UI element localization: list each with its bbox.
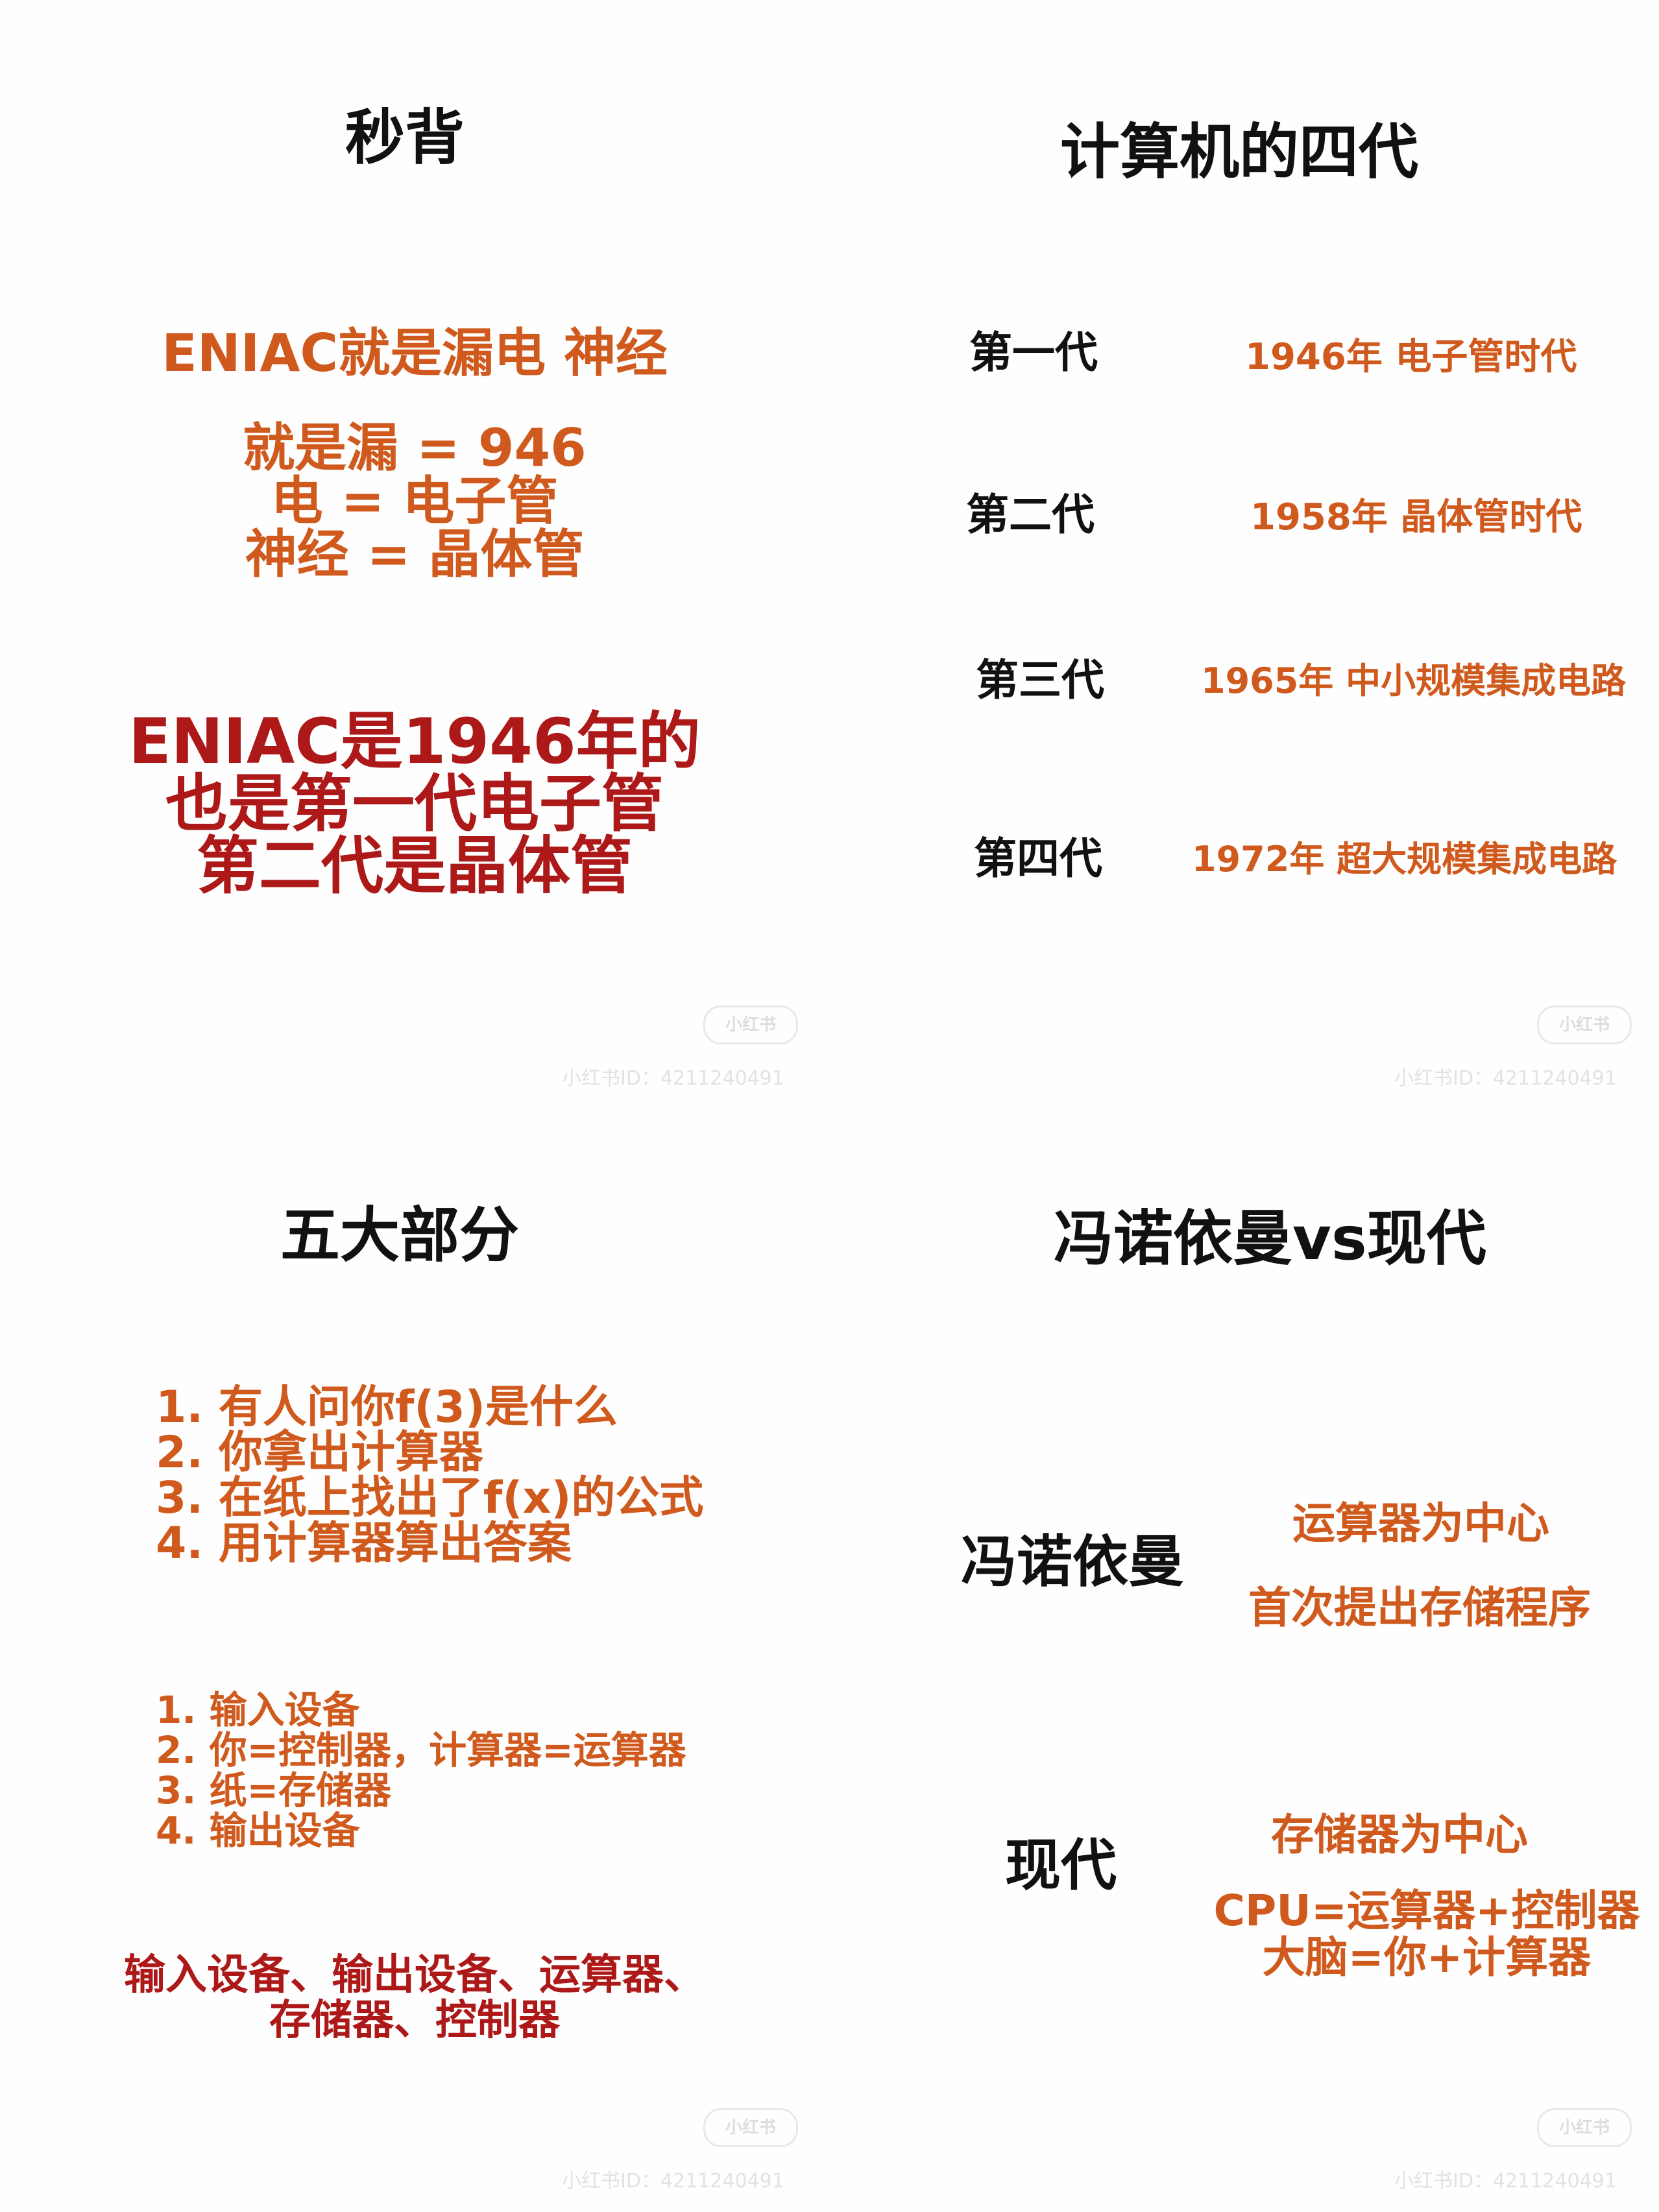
panel-title: 五大部分 bbox=[280, 1201, 520, 1270]
map-line: 电 = 电子管 bbox=[271, 471, 559, 531]
watermark-logo: 小红书 bbox=[703, 2108, 798, 2147]
summary-block: 输入设备、输出设备、运算器、 存储器、控制器 bbox=[0, 1953, 829, 2043]
watermark-logo: 小红书 bbox=[1537, 2108, 1632, 2147]
modern-point: 大脑=你+计算器 bbox=[1262, 1932, 1592, 1982]
watermark-id: 小红书ID：4211240491 bbox=[562, 2170, 784, 2193]
watermark-id: 小红书ID：4211240491 bbox=[1394, 2170, 1617, 2193]
mnemonic-line: ENIAC就是漏电 神经 bbox=[162, 323, 668, 383]
watermark-id: 小红书ID：4211240491 bbox=[1394, 1067, 1617, 1090]
list-item: 4. 输出设备 bbox=[156, 1809, 360, 1853]
list-item: 1. 输入设备 bbox=[156, 1688, 360, 1732]
list-item: 3. 在纸上找出了f(x)的公式 bbox=[156, 1473, 704, 1524]
generation-desc: 1972年 超大规模集成电路 bbox=[1192, 839, 1617, 880]
modern-point: 存储器为中心 bbox=[1271, 1810, 1528, 1860]
generation-label: 第三代 bbox=[976, 655, 1104, 705]
list-item: 1. 有人问你f(3)是什么 bbox=[156, 1382, 618, 1433]
watermark-logo: 小红书 bbox=[1537, 1005, 1632, 1044]
watermark-logo: 小红书 bbox=[703, 1005, 798, 1044]
panel-four-generations: 计算机的四代 第一代 1946年 电子管时代 第二代 1958年 晶体管时代 第… bbox=[830, 0, 1659, 1106]
summary-line: 存储器、控制器 bbox=[269, 1997, 560, 2045]
summary-block: ENIAC是1946年的 也是第一代电子管 第二代是晶体管 bbox=[0, 710, 829, 897]
map-line: 就是漏 = 946 bbox=[243, 418, 587, 478]
panel-title: 冯诺依曼vs现代 bbox=[1054, 1204, 1486, 1273]
generation-label: 第一代 bbox=[969, 328, 1098, 378]
generation-desc: 1965年 中小规模集成电路 bbox=[1201, 660, 1627, 701]
modern-point: CPU=运算器+控制器 bbox=[1213, 1886, 1640, 1936]
watermark-id: 小红书ID：4211240491 bbox=[562, 1067, 784, 1090]
modern-label: 现代 bbox=[1005, 1833, 1117, 1898]
map-line: 神经 = 晶体管 bbox=[245, 524, 585, 584]
list-item: 3. 纸=存储器 bbox=[156, 1768, 392, 1812]
summary-line: 也是第一代电子管 bbox=[165, 767, 664, 840]
panel-five-parts: 五大部分 1. 有人问你f(3)是什么 2. 你拿出计算器 3. 在纸上找出了f… bbox=[0, 1106, 829, 2212]
list-item: 4. 用计算器算出答案 bbox=[156, 1518, 572, 1569]
list-item: 2. 你=控制器，计算器=运算器 bbox=[156, 1728, 686, 1772]
summary-line: 输入设备、输出设备、运算器、 bbox=[124, 1951, 705, 1999]
generation-desc: 1946年 电子管时代 bbox=[1245, 336, 1577, 378]
story-list: 1. 有人问你f(3)是什么 2. 你拿出计算器 3. 在纸上找出了f(x)的公… bbox=[156, 1385, 703, 1567]
panel-von-neumann-vs-modern: 冯诺依曼vs现代 冯诺依曼 运算器为中心 首次提出存储程序 现代 存储器为中心 … bbox=[830, 1106, 1659, 2212]
summary-line: 第二代是晶体管 bbox=[197, 830, 633, 902]
summary-line: ENIAC是1946年的 bbox=[128, 705, 701, 778]
generation-desc: 1958年 晶体管时代 bbox=[1250, 496, 1582, 538]
generation-label: 第二代 bbox=[966, 490, 1095, 540]
mnemonic-map: 就是漏 = 946 电 = 电子管 神经 = 晶体管 bbox=[0, 422, 829, 581]
panel-title: 秒背 bbox=[345, 103, 465, 173]
mapping-list: 1. 输入设备 2. 你=控制器，计算器=运算器 3. 纸=存储器 4. 输出设… bbox=[156, 1690, 686, 1851]
von-neumann-point: 运算器为中心 bbox=[1292, 1498, 1549, 1548]
list-item: 2. 你拿出计算器 bbox=[156, 1427, 483, 1478]
panel-mnemonic: 秒背 ENIAC就是漏电 神经 就是漏 = 946 电 = 电子管 神经 = 晶… bbox=[0, 0, 829, 1106]
von-neumann-point: 首次提出存储程序 bbox=[1248, 1583, 1591, 1633]
generation-label: 第四代 bbox=[974, 834, 1102, 884]
panel-title: 计算机的四代 bbox=[1060, 117, 1419, 187]
modern-points-block: CPU=运算器+控制器 大脑=你+计算器 bbox=[1180, 1888, 1659, 1981]
von-neumann-label: 冯诺依曼 bbox=[961, 1530, 1184, 1594]
